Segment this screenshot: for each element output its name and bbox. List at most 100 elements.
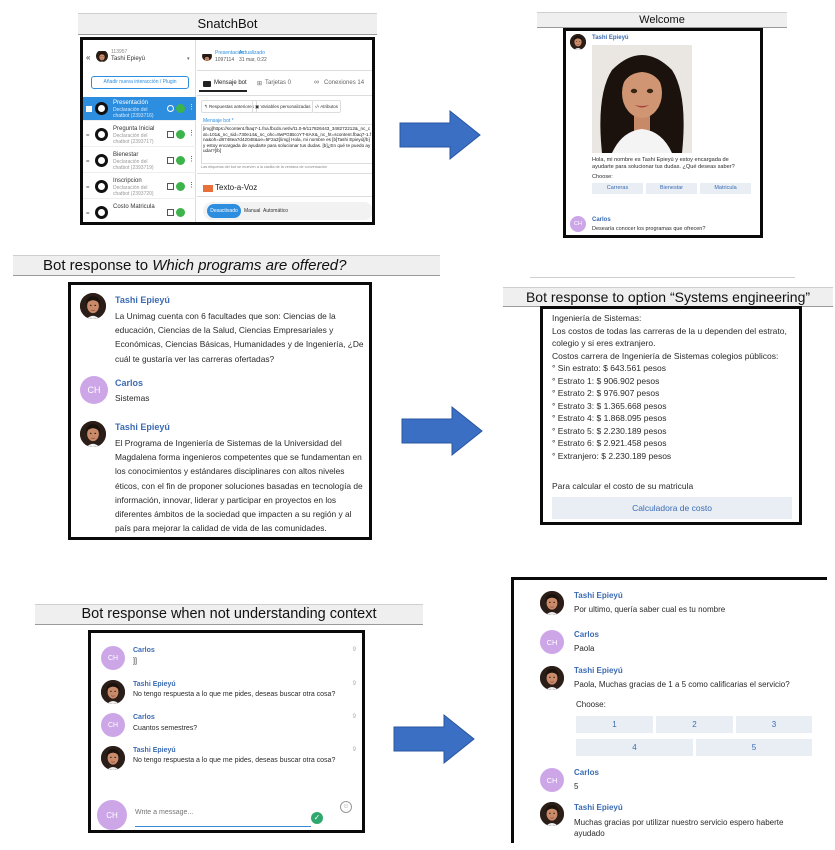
- snatchbot-title: SnatchBot: [197, 16, 258, 31]
- drag-handle-icon[interactable]: =: [86, 159, 90, 165]
- user-avatar: CH: [570, 216, 586, 232]
- emoji-icon[interactable]: ☺: [340, 801, 352, 813]
- grid-icon: ⊞: [257, 81, 263, 87]
- chevron-down-icon[interactable]: ▾: [187, 56, 190, 62]
- collapse-icon[interactable]: «: [86, 53, 90, 62]
- add-interaction-button[interactable]: Añadir nueva interacción / Plugin: [91, 76, 189, 89]
- bot-portrait-image: [592, 45, 692, 153]
- choice-bienestar-button[interactable]: Bienestar: [646, 183, 697, 194]
- variables-button[interactable]: ▣ Variables personalizadas: [252, 100, 314, 113]
- welcome-frame: Tashi Epieyú Hola, mi nombre es Tashi Ep…: [563, 28, 763, 238]
- user-message: ]]: [133, 658, 137, 665]
- node-icon: [95, 180, 108, 193]
- arrow-right-icon: [393, 713, 475, 765]
- divider: [197, 173, 372, 174]
- cost-line: ° Estrato 2: $ 976.907 pesos: [552, 388, 660, 398]
- bot-avatar-icon: [570, 34, 586, 50]
- tts-automatico-button[interactable]: Automático: [263, 204, 288, 218]
- rating-5-button[interactable]: 5: [696, 739, 812, 756]
- hint-text: Las etiquetas del bot se mueven a la cas…: [201, 165, 328, 169]
- sidebar-item-presentacion[interactable]: Presentación Declaración del chatbot (23…: [83, 97, 196, 121]
- choice-carreras-button[interactable]: Carreras: [592, 183, 643, 194]
- tab-conexiones[interactable]: Conexiones 14: [324, 80, 364, 86]
- rating-4-button[interactable]: 4: [576, 739, 693, 756]
- tab-mensaje-bot[interactable]: Mensaje bot: [214, 80, 247, 86]
- drag-handle-icon[interactable]: =: [86, 211, 90, 217]
- drag-handle-icon[interactable]: =: [86, 185, 90, 191]
- sidebar-item-sub: Declaración del chatbot (2393716): [113, 107, 154, 119]
- node-icon: [95, 154, 108, 167]
- cost-line: ° Extranjero: $ 2.230.189 pesos: [552, 450, 672, 461]
- sidebar-item-label: Pregunta Inicial: [113, 126, 155, 132]
- bot-name: Tashi Epieyú: [115, 422, 170, 432]
- calc-prompt: Para calcular el costo de su matricula: [552, 481, 694, 491]
- calculator-button[interactable]: Calculadora de costo: [552, 497, 792, 519]
- context-frame: CH Carlos ]] 9 Tashi Epieyú No tengo res…: [88, 630, 365, 833]
- drag-handle-icon[interactable]: =: [86, 133, 90, 139]
- header-updated-label: Actualizado: [239, 50, 265, 56]
- sidebar-item-inscripcion[interactable]: = Inscripcion Declaración del chatbot (2…: [83, 175, 196, 199]
- tts-label: Texto-a-Voz: [215, 183, 258, 192]
- link-icon[interactable]: [167, 105, 174, 112]
- cost-line: ° Estrato 4: $ 1.868.095 pesos: [552, 413, 667, 423]
- check-icon[interactable]: [176, 208, 185, 217]
- snatchbot-caption: SnatchBot: [78, 13, 377, 35]
- programs-title-italic: Which programs are offered?: [152, 257, 347, 274]
- more-icon[interactable]: ⋮: [188, 129, 195, 137]
- choice-matricula-button[interactable]: Matricula: [700, 183, 751, 194]
- more-icon[interactable]: ⋮: [188, 155, 195, 163]
- bot-message-program: El Programa de Ingeniería de Sistemas de…: [115, 438, 363, 534]
- choose-label: Choose:: [576, 700, 606, 709]
- divider: [197, 70, 372, 71]
- check-icon[interactable]: [176, 156, 185, 165]
- checkbox-icon[interactable]: [167, 183, 174, 190]
- sidebar-item-pregunta-inicial[interactable]: = Pregunta Inicial Declaración del chatb…: [83, 123, 196, 147]
- rating-3-button[interactable]: 3: [736, 716, 812, 733]
- programs-frame: Tashi Epieyú La Unimag cuenta con 6 facu…: [68, 282, 372, 540]
- checkbox-icon[interactable]: [86, 106, 92, 112]
- respuestas-anteriores-button[interactable]: ↰ Respuestas anteriores: [201, 100, 258, 113]
- systems-title: Bot response to option “Systems engineer…: [525, 289, 811, 305]
- sidebar-item-sub: Declaración del chatbot (2393719): [113, 159, 154, 171]
- rating-2-button[interactable]: 2: [656, 716, 733, 733]
- sidebar-item-bienestar[interactable]: = Bienestar Declaración del chatbot (239…: [83, 149, 196, 173]
- user-avatar: CH: [101, 713, 125, 737]
- bot-avatar-icon: [101, 746, 125, 770]
- message-input[interactable]: [135, 799, 311, 827]
- sidebar-item-costo-matricula[interactable]: = Costo Matricula: [83, 201, 196, 222]
- more-icon[interactable]: ⋮: [188, 181, 195, 189]
- message-textarea[interactable]: [img]https://scontent.fbaq7-1.fna.fbcdn.…: [201, 124, 372, 164]
- check-icon[interactable]: [176, 182, 185, 191]
- user-message: Desearía conocer los programas que ofrec…: [592, 226, 706, 232]
- user-name: Carlos: [574, 630, 599, 639]
- atributos-button[interactable]: ‹/› Atributos: [312, 100, 342, 113]
- bot-message: Hola, mi nombre es Tashi Epieyú y estoy …: [592, 157, 735, 170]
- cost-line: Los costos de todas las carreras de la u…: [552, 325, 787, 336]
- user-name: Carlos: [133, 714, 155, 721]
- cost-line: Ingeniería de Sistemas:: [552, 313, 642, 323]
- send-icon[interactable]: ✓: [311, 812, 323, 824]
- rating-1-button[interactable]: 1: [576, 716, 653, 733]
- bot-name: Tashi Epieyú: [574, 591, 623, 600]
- check-icon[interactable]: [176, 104, 185, 113]
- checkbox-icon[interactable]: [167, 209, 174, 216]
- node-icon: [95, 102, 108, 115]
- timestamp: 9: [352, 681, 356, 687]
- node-icon: [95, 206, 108, 219]
- node-icon: [95, 128, 108, 141]
- check-icon[interactable]: [176, 130, 185, 139]
- checkbox-icon[interactable]: [167, 131, 174, 138]
- cost-lines: Ingeniería de Sistemas: Los costos de to…: [552, 312, 793, 462]
- systems-top-line: [530, 277, 795, 278]
- speaker-icon: [203, 185, 213, 192]
- checkbox-icon[interactable]: [167, 157, 174, 164]
- tab-tarjetas[interactable]: Tarjetas 0: [265, 80, 291, 86]
- cost-line: Costos carrera de Ingeniería de Sistemas…: [552, 350, 779, 361]
- bot-message: No tengo respuesta a lo que me pides, de…: [133, 691, 336, 698]
- user-avatar: CH: [101, 646, 125, 670]
- more-icon[interactable]: ⋮: [188, 103, 195, 111]
- tts-desactivado-button[interactable]: Desactivado: [207, 204, 241, 218]
- tts-manual-button[interactable]: Manual: [244, 204, 260, 218]
- bot-name: Tashi Epieyú: [111, 56, 146, 62]
- sidebar-item-label: Costo Matricula: [113, 204, 155, 210]
